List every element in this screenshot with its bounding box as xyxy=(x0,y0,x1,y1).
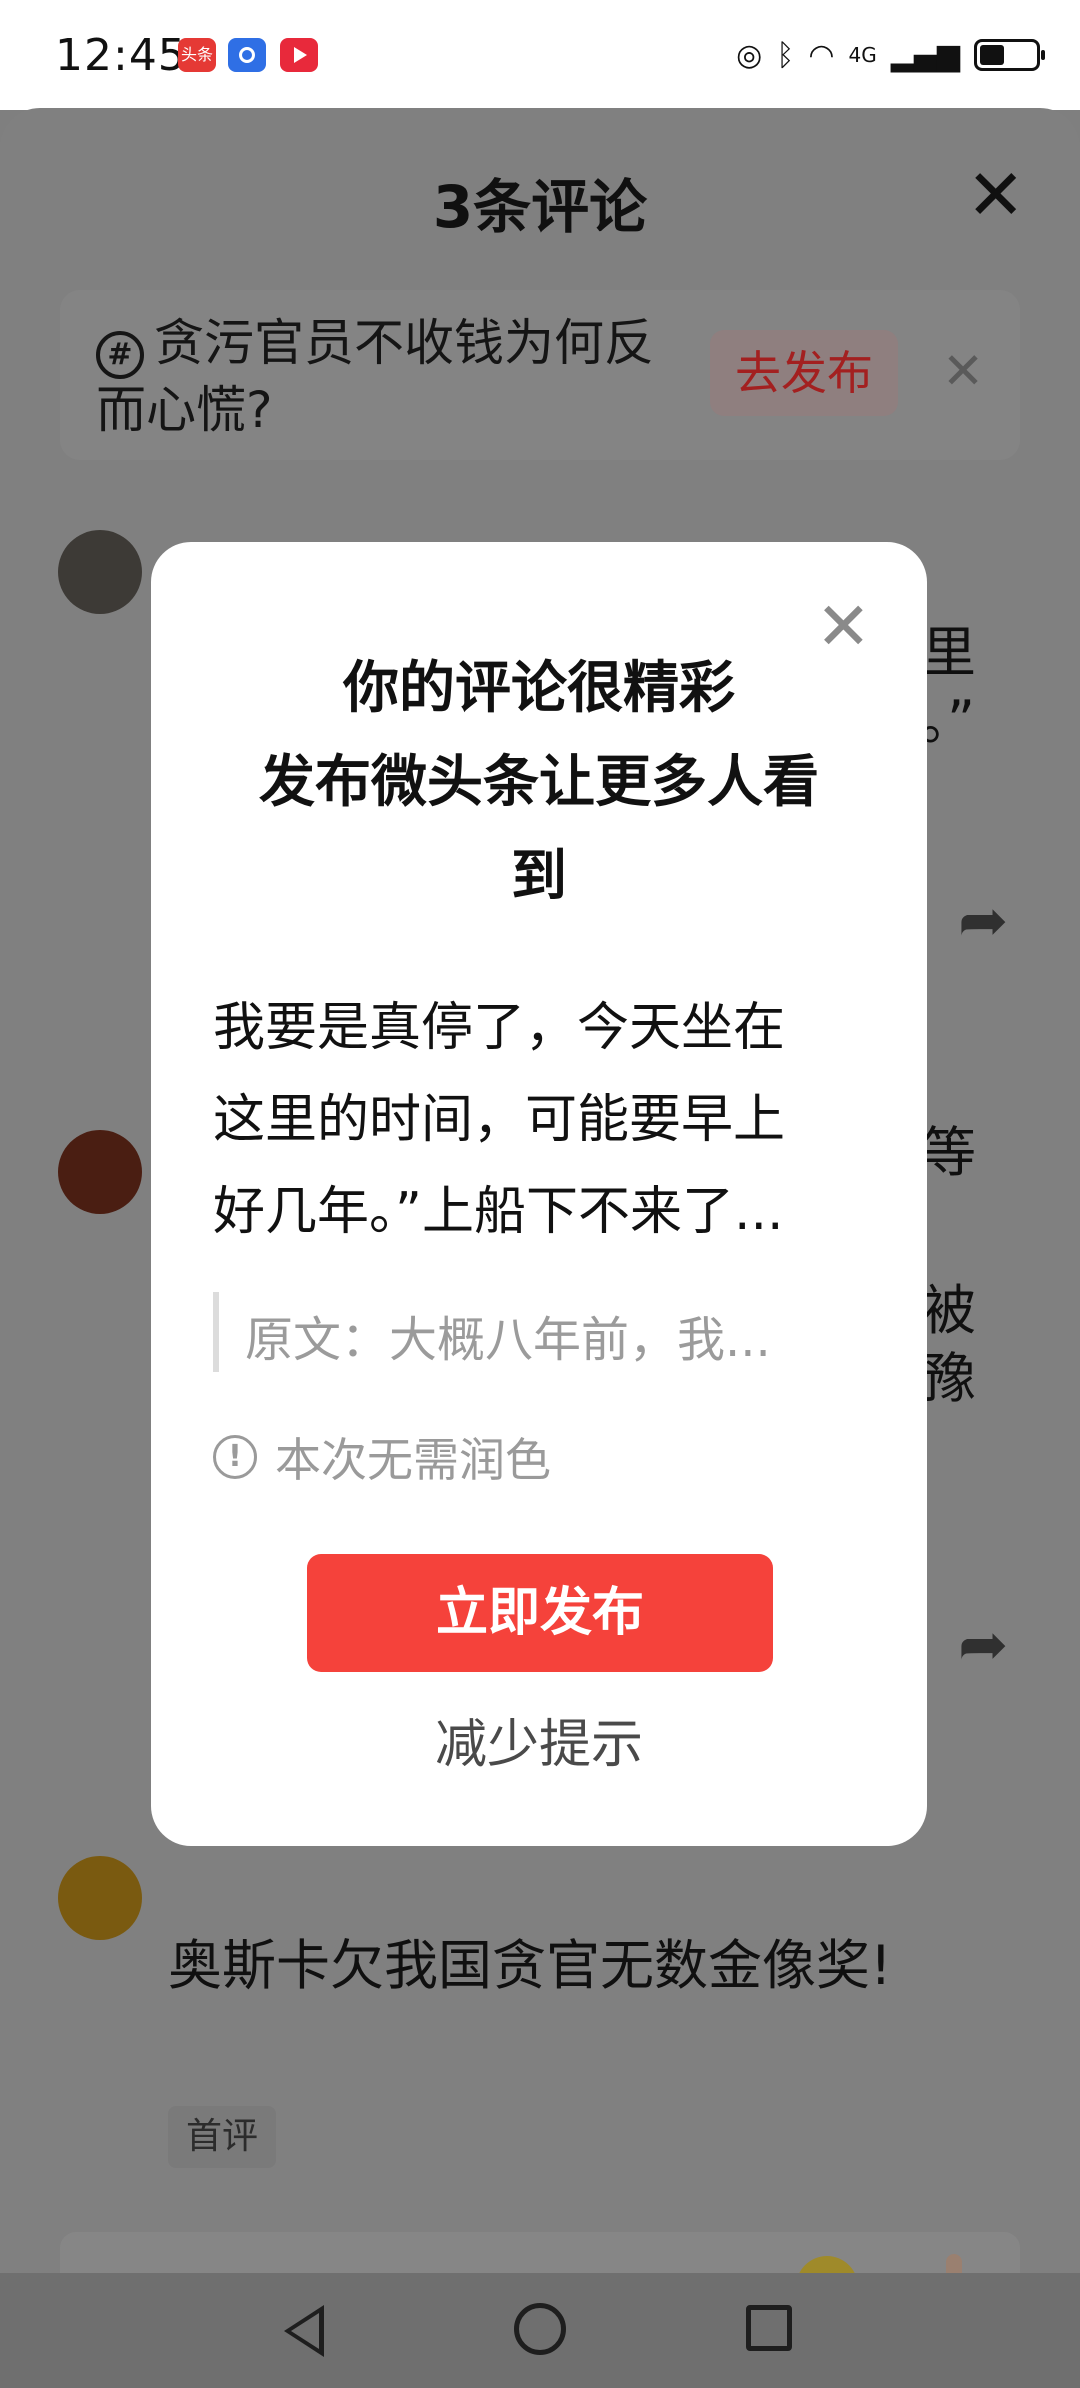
status-bar: 12:45 头条 ◎ ᛒ ◠ 4G ▂▄▆ xyxy=(0,0,1080,110)
system-nav-bar xyxy=(0,2273,1080,2388)
reduce-prompts-link[interactable]: 减少提示 xyxy=(151,1702,927,1777)
topic-text: # 贪污官员不收钱为何反而心慌? xyxy=(96,312,696,441)
comment-preview: 我要是真停了，今天坐在 这里的时间，可能要早上 好几年。”上船下不来了... xyxy=(213,982,853,1258)
hashtag-icon: # xyxy=(96,331,144,379)
share-icon[interactable]: ➦ xyxy=(958,886,1008,956)
status-time: 12:45 xyxy=(55,30,187,81)
comment-preview-line: 这里的时间，可能要早上 xyxy=(213,1090,786,1150)
topic-publish-button[interactable]: 去发布 xyxy=(710,330,898,416)
dialog-title-line: 到 xyxy=(511,844,567,909)
dialog-title-line: 你的评论很精彩 xyxy=(343,656,735,721)
avatar[interactable] xyxy=(58,1130,142,1214)
topic-label: 贪污官员不收钱为何反而心慌? xyxy=(96,314,654,439)
recent-apps-icon[interactable] xyxy=(746,2305,792,2351)
info-icon: ! xyxy=(213,1435,257,1479)
sheet-title: 3条评论 xyxy=(432,173,648,241)
topic-close-icon[interactable]: ✕ xyxy=(942,342,984,400)
network-label: 4G xyxy=(848,43,877,67)
dialog-title-line: 发布微头条让更多人看 xyxy=(259,750,819,815)
comment-preview-line: 好几年。”上船下不来了... xyxy=(213,1182,784,1242)
signal-icon: ▂▄▆ xyxy=(890,37,960,73)
publish-dialog: ✕ 你的评论很精彩 发布微头条让更多人看 到 我要是真停了，今天坐在 这里的时间… xyxy=(151,542,927,1846)
battery-icon xyxy=(974,39,1045,71)
avatar[interactable] xyxy=(58,530,142,614)
back-icon[interactable] xyxy=(284,2305,324,2357)
comment-text-fragment: 等 xyxy=(922,1121,976,1184)
original-quote-text: 原文：大概八年前，我... xyxy=(245,1312,771,1368)
close-icon[interactable]: ✕ xyxy=(966,160,1025,230)
video-app-icon xyxy=(280,38,318,72)
publish-now-button[interactable]: 立即发布 xyxy=(307,1554,773,1672)
dialog-title: 你的评论很精彩 发布微头条让更多人看 到 xyxy=(191,642,887,924)
hd-call-icon: ◎ xyxy=(736,37,763,73)
comment-text-fragment: 。” xyxy=(920,689,975,752)
comment-text: 奥斯卡欠我国贪官无数金像奖! xyxy=(168,1934,892,1997)
wifi-icon: ◠ xyxy=(808,37,835,73)
bluetooth-icon: ᛒ xyxy=(776,37,795,73)
original-quote: 原文：大概八年前，我... xyxy=(213,1292,869,1372)
toutiao-icon: 头条 xyxy=(178,38,216,72)
share-icon[interactable]: ➦ xyxy=(958,1610,1008,1680)
topic-banner: # 贪污官员不收钱为何反而心慌? 去发布 ✕ xyxy=(60,290,1020,460)
status-icons: ◎ ᛒ ◠ 4G ▂▄▆ xyxy=(736,30,1045,80)
comment-text-fragment: 豫 xyxy=(922,1347,976,1410)
blue-app-icon xyxy=(228,38,266,72)
home-icon[interactable] xyxy=(514,2303,566,2355)
comment-preview-line: 我要是真停了，今天坐在 xyxy=(213,998,786,1058)
polish-notice-text: 本次无需润色 xyxy=(275,1433,551,1487)
polish-notice: ! 本次无需润色 xyxy=(213,1424,551,1490)
first-comment-badge: 首评 xyxy=(168,2106,276,2168)
avatar[interactable] xyxy=(58,1856,142,1940)
